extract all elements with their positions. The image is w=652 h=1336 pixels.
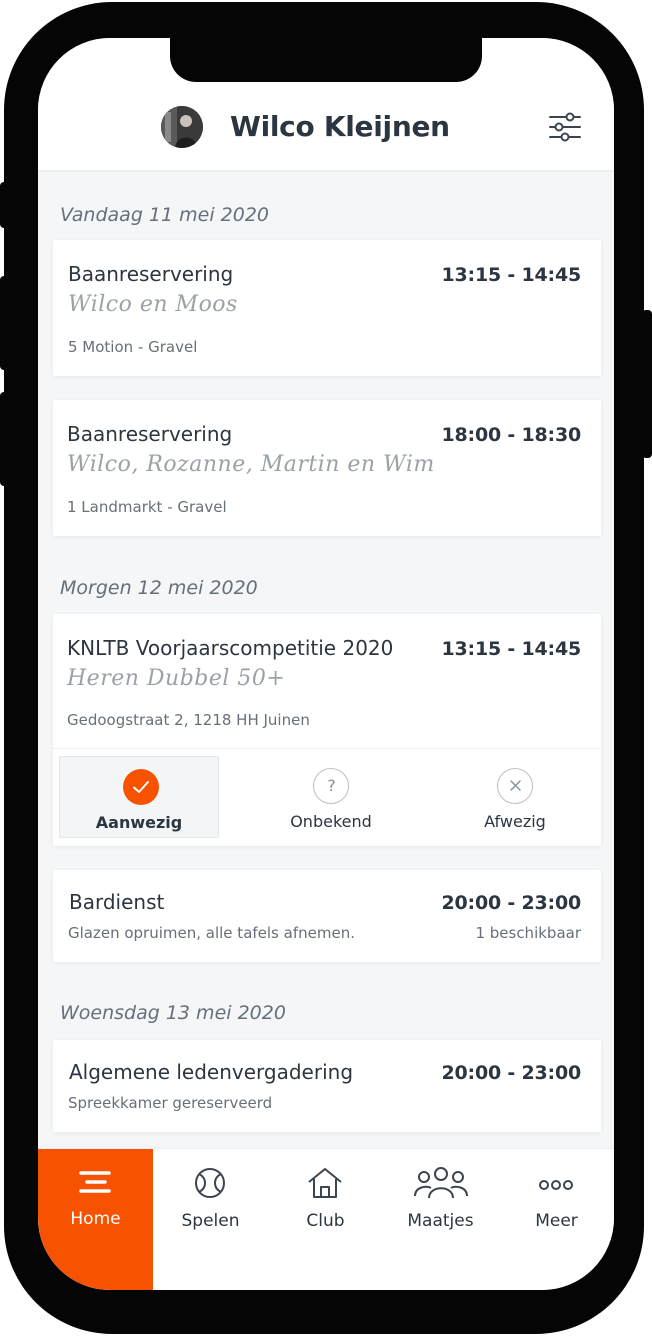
tennis-ball-icon bbox=[190, 1165, 230, 1201]
rsvp-group: Aanwezig ? Onbekend Afwezig bbox=[59, 756, 595, 838]
availability-count: 1 beschikbaar bbox=[475, 924, 581, 942]
event-time: 20:00 - 23:00 bbox=[441, 1062, 582, 1084]
event-players: Wilco en Moos bbox=[68, 292, 238, 317]
tab-club[interactable]: Club bbox=[268, 1149, 383, 1290]
mute-switch bbox=[0, 182, 8, 228]
event-title: Bardienst bbox=[69, 890, 165, 914]
event-title: Algemene ledenvergadering bbox=[69, 1060, 354, 1084]
tab-meer[interactable]: Meer bbox=[499, 1149, 614, 1290]
day-label: Vandaag 11 mei 2020 bbox=[60, 204, 269, 226]
day-label: Morgen 12 mei 2020 bbox=[60, 577, 258, 599]
rsvp-absent-button[interactable]: Afwezig bbox=[435, 756, 595, 838]
event-time: 13:15 - 14:45 bbox=[441, 638, 582, 660]
rsvp-label: Aanwezig bbox=[95, 813, 183, 832]
event-location: 1 Landmarkt - Gravel bbox=[67, 498, 227, 516]
event-location: Gedoogstraat 2, 1218 HH Juinen bbox=[67, 711, 310, 729]
event-title: KNLTB Voorjaarscompetitie 2020 bbox=[67, 636, 394, 660]
user-name: Wilco Kleijnen bbox=[230, 110, 450, 143]
tab-label: Home bbox=[70, 1209, 121, 1229]
house-icon bbox=[305, 1165, 345, 1201]
rsvp-present-button[interactable]: Aanwezig bbox=[59, 756, 219, 838]
tab-spelen[interactable]: Spelen bbox=[153, 1149, 268, 1290]
tab-label: Meer bbox=[535, 1211, 578, 1231]
user-avatar-icon bbox=[161, 106, 203, 148]
event-location: 5 Motion - Gravel bbox=[68, 338, 198, 356]
reservation-card[interactable]: Baanreservering 13:15 - 14:45 Wilco en M… bbox=[53, 240, 601, 376]
day-label: Woensdag 13 mei 2020 bbox=[60, 1002, 286, 1024]
question-icon: ? bbox=[313, 768, 349, 804]
app-screen: Wilco Kleijnen Vandaag 11 mei 2020 Baanr… bbox=[38, 38, 614, 1290]
event-description: Spreekkamer gereserveerd bbox=[68, 1094, 273, 1112]
volume-up-button bbox=[0, 276, 8, 370]
rsvp-label: Afwezig bbox=[484, 812, 546, 831]
event-time: 13:15 - 14:45 bbox=[441, 264, 582, 286]
tab-home[interactable]: Home bbox=[38, 1149, 153, 1290]
tab-maatjes[interactable]: Maatjes bbox=[383, 1149, 498, 1290]
menu-icon bbox=[75, 1165, 115, 1201]
rsvp-label: Onbekend bbox=[290, 812, 372, 831]
svg-text:?: ? bbox=[327, 776, 336, 795]
event-title: Baanreservering bbox=[68, 262, 234, 286]
notch bbox=[170, 38, 482, 82]
meeting-card[interactable]: Algemene ledenvergadering 20:00 - 23:00 … bbox=[53, 1040, 601, 1132]
competition-card[interactable]: KNLTB Voorjaarscompetitie 2020 13:15 - 1… bbox=[53, 614, 601, 846]
duty-card[interactable]: Bardienst 20:00 - 23:00 Glazen opruimen,… bbox=[53, 870, 601, 962]
volume-down-button bbox=[0, 392, 8, 486]
bottom-tab-bar: Home Spelen Club Maatjes Meer bbox=[38, 1148, 614, 1290]
people-icon bbox=[413, 1165, 469, 1201]
reservation-card[interactable]: Baanreservering 18:00 - 18:30 Wilco, Roz… bbox=[53, 400, 601, 536]
tab-label: Club bbox=[306, 1211, 345, 1231]
event-players: Wilco, Rozanne, Martin en Wim bbox=[67, 452, 435, 477]
event-time: 20:00 - 23:00 bbox=[441, 892, 582, 914]
event-team: Heren Dubbel 50+ bbox=[67, 666, 286, 691]
tab-label: Spelen bbox=[181, 1211, 240, 1231]
event-title: Baanreservering bbox=[67, 422, 233, 446]
avatar[interactable] bbox=[161, 106, 203, 148]
divider bbox=[53, 748, 601, 749]
event-time: 18:00 - 18:30 bbox=[441, 424, 582, 446]
event-description: Glazen opruimen, alle tafels afnemen. bbox=[68, 924, 355, 942]
close-icon bbox=[497, 768, 533, 804]
tab-label: Maatjes bbox=[407, 1211, 474, 1231]
check-icon bbox=[123, 769, 159, 805]
sliders-icon[interactable] bbox=[548, 112, 582, 142]
more-icon bbox=[536, 1165, 576, 1201]
rsvp-unknown-button[interactable]: ? Onbekend bbox=[251, 756, 411, 838]
power-button bbox=[642, 310, 652, 458]
